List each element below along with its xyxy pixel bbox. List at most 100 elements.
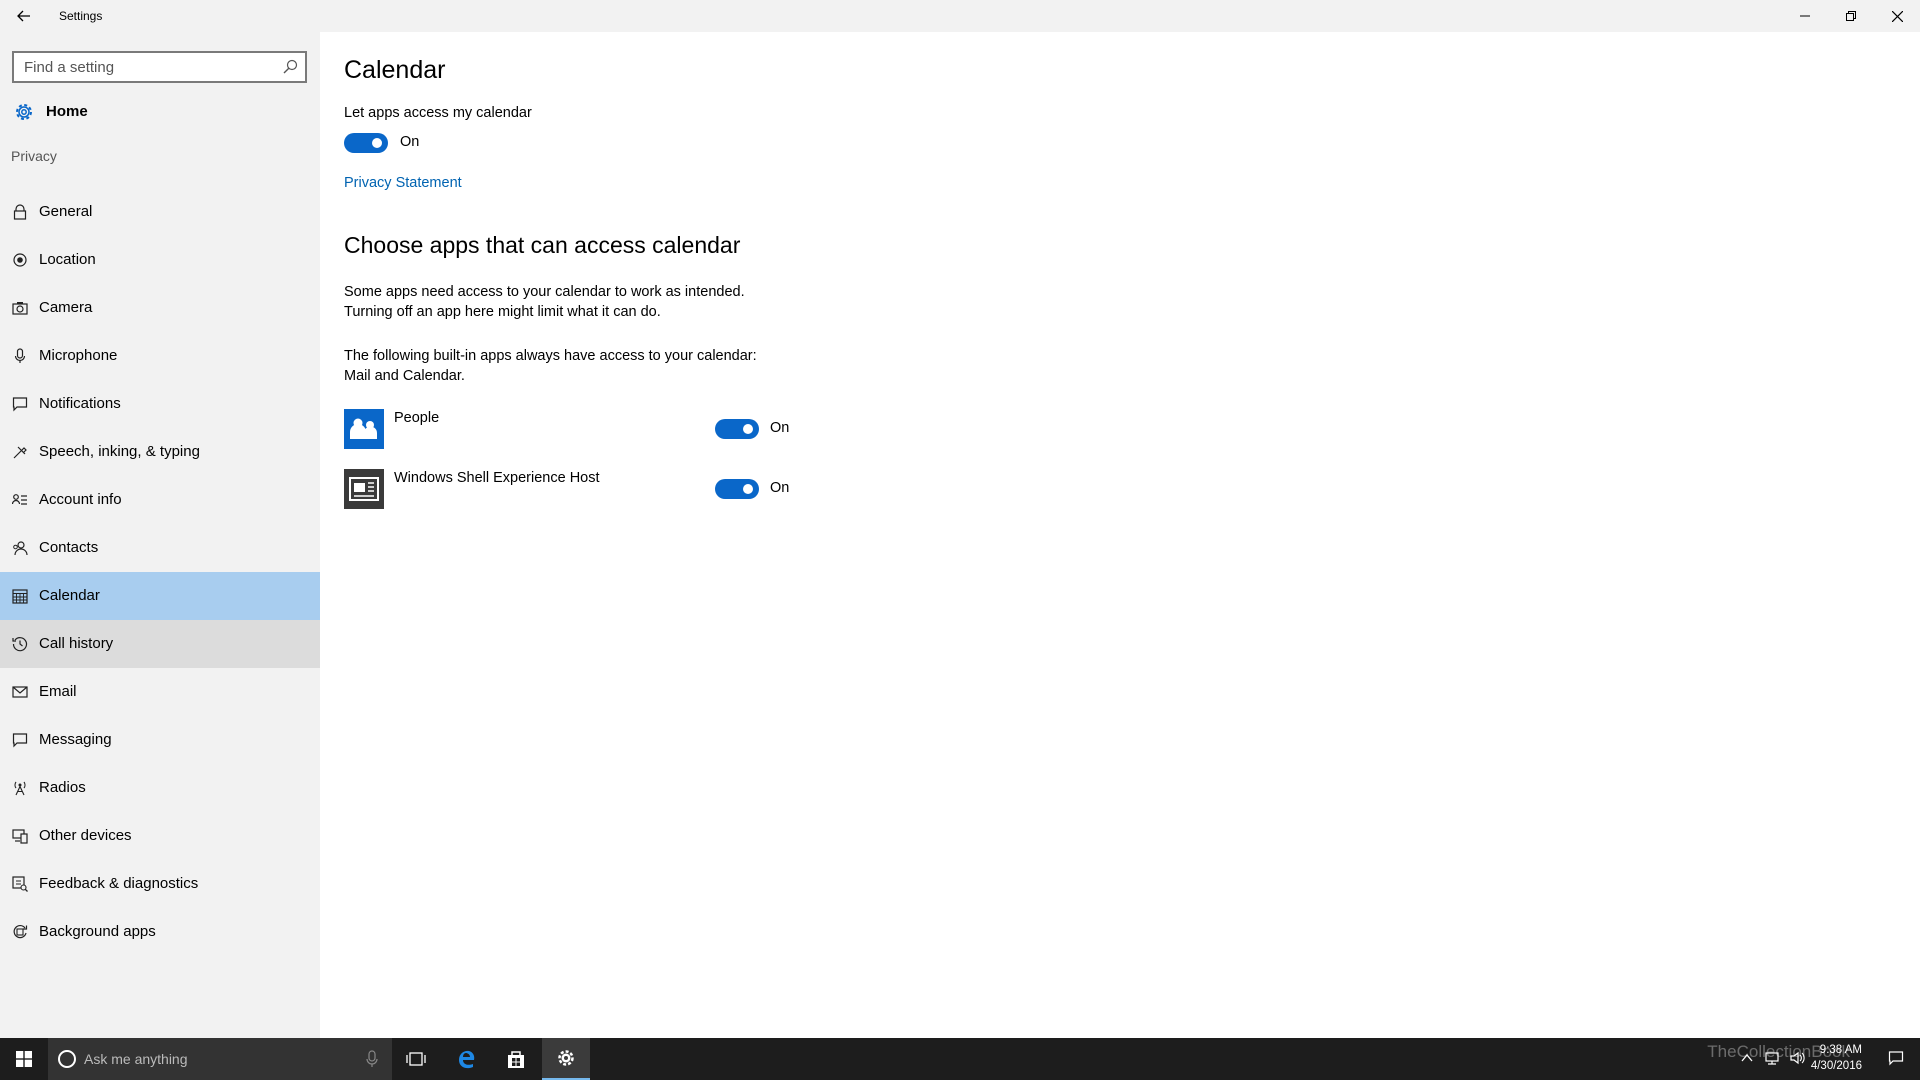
location-icon: [13, 253, 27, 267]
window-title: Settings: [59, 9, 103, 23]
cortana-placeholder: Ask me anything: [84, 1051, 188, 1067]
privacy-statement-link[interactable]: Privacy Statement: [344, 175, 462, 191]
sidebar-item-general[interactable]: General: [0, 188, 320, 236]
back-button[interactable]: [0, 0, 48, 32]
home-nav-item[interactable]: Home: [0, 90, 320, 134]
access-description-line: Turning off an app here might limit what…: [344, 304, 661, 320]
sidebar: Find a setting Home Privacy General Loca…: [0, 32, 320, 1038]
windows-logo-icon: [16, 1051, 32, 1067]
sidebar-item-other-devices[interactable]: Other devices: [0, 812, 320, 860]
microphone-icon[interactable]: [364, 1050, 380, 1068]
close-button[interactable]: [1874, 0, 1920, 32]
calendar-access-toggle[interactable]: [344, 133, 388, 153]
search-icon: [283, 59, 298, 74]
page-title: Calendar: [344, 56, 446, 84]
email-icon: [12, 686, 28, 698]
start-button[interactable]: [0, 1038, 48, 1080]
sidebar-item-label: Background apps: [39, 923, 156, 940]
people-app-icon: [344, 409, 384, 449]
home-label: Home: [46, 103, 88, 120]
builtin-apps-description-line: Mail and Calendar.: [344, 368, 465, 384]
clock-date: 4/30/2016: [1810, 1060, 1862, 1072]
app-name: People: [394, 410, 440, 426]
gear-icon: [558, 1050, 574, 1066]
sidebar-item-background-apps[interactable]: Background apps: [0, 908, 320, 956]
sidebar-item-email[interactable]: Email: [0, 668, 320, 716]
sidebar-item-calendar[interactable]: Calendar: [0, 572, 320, 620]
other-devices-icon: [12, 829, 28, 844]
action-center-icon[interactable]: [1888, 1050, 1904, 1066]
gear-icon: [16, 104, 32, 120]
app-name: Windows Shell Experience Host: [394, 470, 600, 486]
sidebar-item-notifications[interactable]: Notifications: [0, 380, 320, 428]
camera-icon: [12, 302, 28, 315]
background-apps-icon: [13, 924, 28, 939]
people-toggle-state: On: [770, 420, 790, 436]
microphone-icon: [14, 348, 26, 363]
sidebar-item-account-info[interactable]: Account info: [0, 476, 320, 524]
task-view-icon: [406, 1052, 426, 1066]
section-label: Privacy: [11, 148, 57, 164]
cortana-search-box[interactable]: Ask me anything: [48, 1038, 392, 1080]
chevron-up-icon[interactable]: [1739, 1050, 1755, 1066]
sidebar-item-label: General: [39, 203, 93, 220]
task-view-button[interactable]: [392, 1038, 440, 1080]
minimize-icon: [1800, 15, 1810, 17]
minimize-button[interactable]: [1782, 0, 1828, 32]
sidebar-item-location[interactable]: Location: [0, 236, 320, 284]
feedback-icon: [12, 876, 28, 892]
access-label: Let apps access my calendar: [344, 105, 532, 121]
lock-icon: [13, 204, 27, 220]
speech-icon: [13, 446, 27, 459]
contacts-icon: [13, 541, 28, 556]
account-info-icon: [12, 494, 27, 505]
radios-icon: [14, 781, 26, 796]
sidebar-item-label: Location: [39, 251, 96, 268]
search-placeholder: Find a setting: [24, 59, 115, 76]
sidebar-item-label: Other devices: [39, 827, 132, 844]
edge-icon: [459, 1050, 475, 1069]
access-description-line: Some apps need access to your calendar t…: [344, 284, 745, 300]
sidebar-item-speech[interactable]: Speech, inking, & typing: [0, 428, 320, 476]
main-content: Calendar Let apps access my calendar On …: [320, 32, 1920, 1038]
sidebar-item-label: Messaging: [39, 731, 112, 748]
volume-icon[interactable]: [1789, 1050, 1805, 1066]
restore-button[interactable]: [1828, 0, 1874, 32]
sidebar-item-messaging[interactable]: Messaging: [0, 716, 320, 764]
store-icon: [508, 1051, 524, 1068]
notifications-icon: [12, 397, 28, 412]
sidebar-item-label: Feedback & diagnostics: [39, 875, 199, 892]
sidebar-item-label: Call history: [39, 635, 114, 652]
sidebar-item-label: Notifications: [39, 395, 121, 412]
back-arrow-icon: [17, 10, 30, 22]
sidebar-item-label: Calendar: [39, 587, 100, 604]
calendar-icon: [12, 589, 28, 604]
builtin-apps-description-line: The following built-in apps always have …: [344, 348, 757, 364]
sidebar-item-label: Camera: [39, 299, 93, 316]
settings-taskbar-button[interactable]: [542, 1038, 590, 1080]
sidebar-item-feedback[interactable]: Feedback & diagnostics: [0, 860, 320, 908]
shell-host-app-icon: [344, 469, 384, 509]
title-bar: Settings: [0, 0, 1920, 32]
sidebar-item-microphone[interactable]: Microphone: [0, 332, 320, 380]
store-taskbar-button[interactable]: [492, 1038, 540, 1080]
sidebar-item-call-history[interactable]: Call history: [0, 620, 320, 668]
edge-taskbar-button[interactable]: [442, 1038, 490, 1080]
search-input[interactable]: Find a setting: [12, 51, 307, 83]
sidebar-item-label: Microphone: [39, 347, 118, 364]
sidebar-item-label: Speech, inking, & typing: [39, 443, 200, 460]
close-icon: [1891, 10, 1903, 22]
restore-icon: [1846, 11, 1856, 21]
sidebar-item-radios[interactable]: Radios: [0, 764, 320, 812]
privacy-nav-list: General Location Camera Microphone Notif…: [0, 188, 320, 956]
shell-host-access-toggle[interactable]: [715, 479, 759, 499]
sidebar-item-camera[interactable]: Camera: [0, 284, 320, 332]
sidebar-item-label: Email: [39, 683, 77, 700]
calendar-access-toggle-state: On: [400, 134, 420, 150]
sidebar-item-contacts[interactable]: Contacts: [0, 524, 320, 572]
people-access-toggle[interactable]: [715, 419, 759, 439]
choose-apps-heading: Choose apps that can access calendar: [344, 232, 741, 258]
clock[interactable]: 9:38 AM 4/30/2016: [1811, 1042, 1862, 1074]
access-description: Some apps need access to your calendar t…: [344, 282, 844, 322]
network-icon[interactable]: [1764, 1050, 1780, 1066]
